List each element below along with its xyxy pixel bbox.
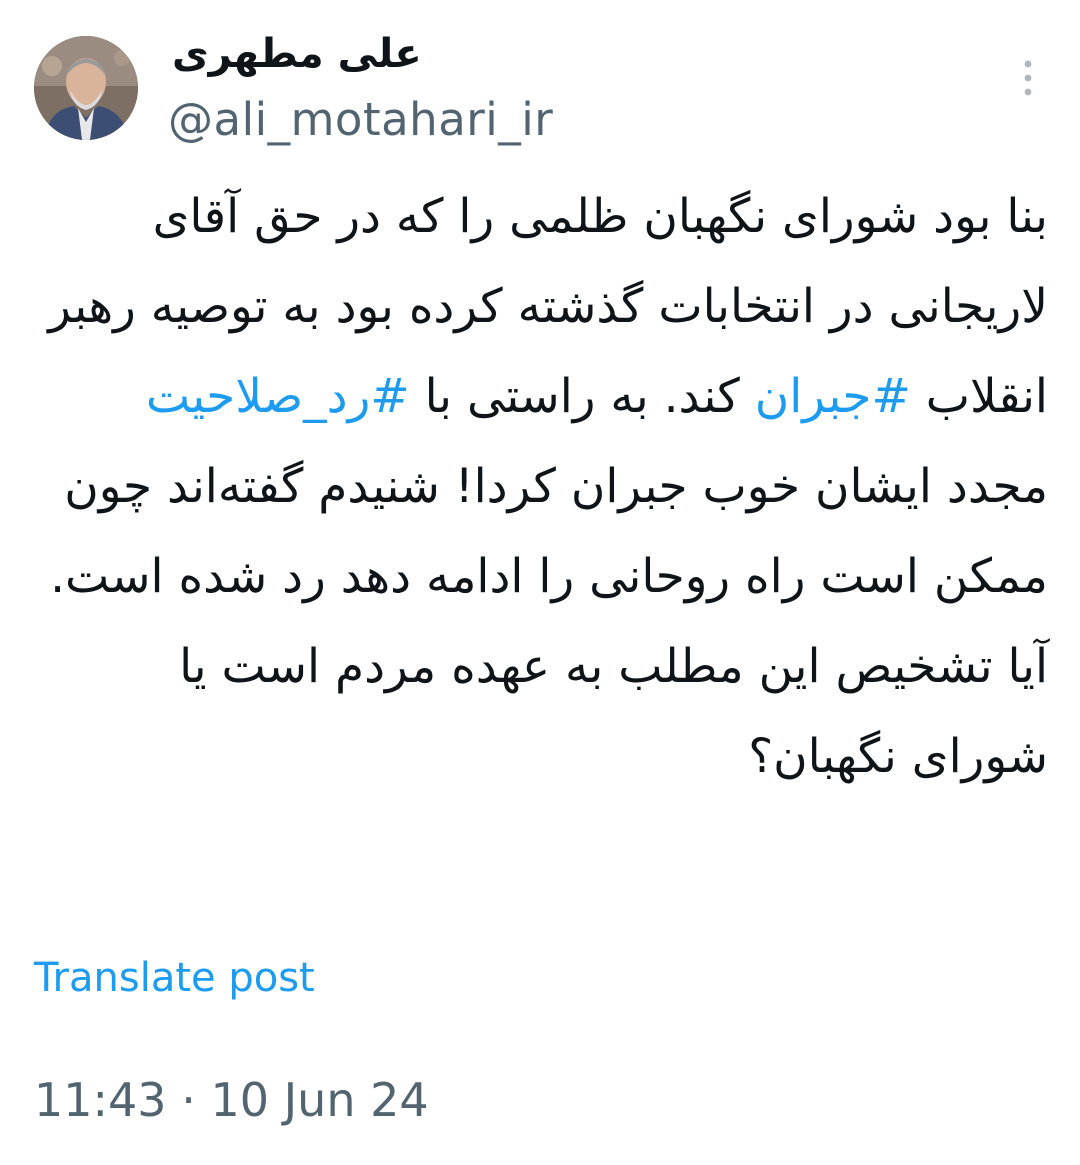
post-date[interactable]: 10 Jun 24 <box>210 1073 428 1127</box>
translate-post-link[interactable]: Translate post <box>34 950 315 1006</box>
hashtag-link[interactable]: #رد_صلاحیت <box>146 369 410 424</box>
tweet-text-part: مجدد ایشان خوب جبران کردا! شنیدم گفته‌ان… <box>50 459 1048 784</box>
hashtag-link[interactable]: #جبران <box>755 369 911 424</box>
timestamp-separator: · <box>166 1073 211 1127</box>
avatar[interactable] <box>34 36 138 140</box>
tweet-text-part: کند. به راستی با <box>409 369 755 424</box>
user-handle[interactable]: @ali_motahari_ir <box>168 92 553 148</box>
post-time[interactable]: 11:43 <box>34 1073 167 1127</box>
more-vertical-icon[interactable] <box>1010 52 1046 104</box>
tweet-text: بنا بود شورای نگهبان ظلمی را که در حق آق… <box>30 172 1048 802</box>
post-timestamp: 11:43 · 10 Jun 24 <box>34 1070 429 1130</box>
profile-photo <box>34 36 138 140</box>
display-name[interactable]: علی مطهری <box>172 30 422 78</box>
